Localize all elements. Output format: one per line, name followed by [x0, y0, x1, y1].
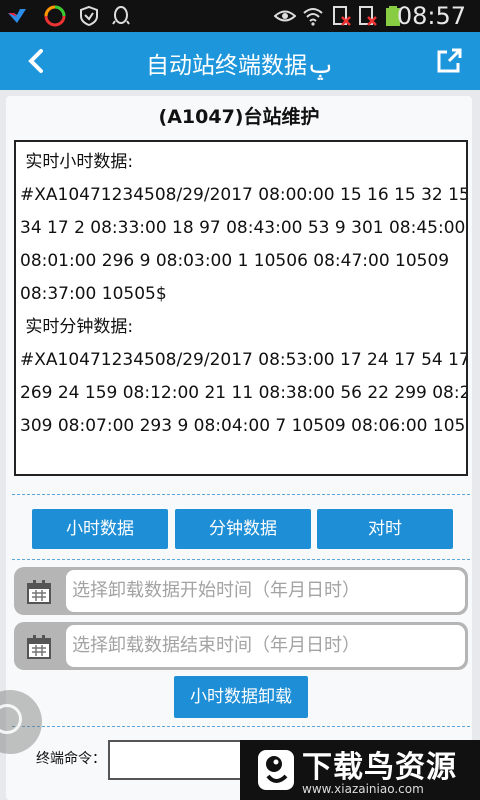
watermark-title: 下载鸟资源 — [302, 750, 457, 785]
sim1-icon — [333, 6, 351, 26]
data-line: #XA10471234508/29/2017 08:00:00 15 16 15… — [20, 185, 468, 205]
hourly-download-button[interactable]: 小时数据卸载 — [174, 676, 308, 718]
data-line: 269 24 159 08:12:00 21 11 08:38:00 56 22… — [20, 383, 468, 403]
data-line: 实时小时数据: — [20, 152, 134, 172]
sim2-icon — [359, 6, 377, 26]
data-line: 08:01:00 296 9 08:03:00 1 10506 08:47:00… — [20, 251, 450, 271]
watermark-url: www.xiazainiao.com — [302, 782, 424, 796]
data-line: 08:37:00 10505$ — [20, 284, 167, 304]
data-line: 309 08:07:00 293 9 08:04:00 7 10509 08:0… — [20, 416, 468, 436]
realtime-data-box[interactable]: 实时小时数据: #XA10471234508/29/2017 08:00:00 … — [14, 140, 468, 476]
station-heading: (A1047)台站维护 — [158, 106, 320, 128]
divider — [12, 494, 470, 495]
time-sync-button[interactable]: 对时 — [317, 509, 453, 549]
external-link-icon[interactable] — [434, 46, 464, 76]
clock: 08:57 — [396, 2, 466, 30]
data-line: 实时分钟数据: — [20, 317, 134, 337]
title-bar: 自动站终端数据ݒ — [0, 32, 480, 90]
data-line: 34 17 2 08:33:00 18 97 08:43:00 53 9 301… — [20, 218, 468, 238]
command-label: 终端命令： — [36, 751, 106, 767]
page-title: 自动站终端数据ݒ — [146, 53, 334, 79]
end-time-input[interactable]: 选择卸载数据结束时间（年月日时） — [66, 625, 465, 667]
shield-icon — [80, 5, 98, 27]
start-time-input[interactable]: 选择卸载数据开始时间（年月日时） — [66, 570, 465, 612]
end-time-field[interactable]: 选择卸载数据结束时间（年月日时） — [14, 622, 468, 670]
command-input[interactable] — [108, 740, 248, 780]
divider — [12, 726, 470, 727]
wifi-icon — [303, 8, 323, 26]
qq-icon — [112, 6, 130, 25]
calendar-icon — [27, 635, 51, 659]
divider — [12, 559, 470, 560]
start-time-field[interactable]: 选择卸载数据开始时间（年月日时） — [14, 567, 468, 615]
status-bar: 08:57 — [0, 0, 480, 32]
hourly-data-button[interactable]: 小时数据 — [32, 509, 168, 549]
eye-icon — [274, 10, 296, 22]
minute-data-button[interactable]: 分钟数据 — [175, 509, 311, 549]
notification-app-icon — [8, 9, 26, 23]
calendar-icon — [27, 580, 51, 604]
watermark-logo: 下载鸟资源 www.xiazainiao.com — [240, 740, 480, 800]
ring-icon — [0, 704, 22, 734]
data-line: #XA10471234508/29/2017 08:53:00 17 24 17… — [20, 350, 468, 370]
photo-app-icon — [44, 5, 66, 27]
bird-logo-icon — [258, 750, 294, 790]
